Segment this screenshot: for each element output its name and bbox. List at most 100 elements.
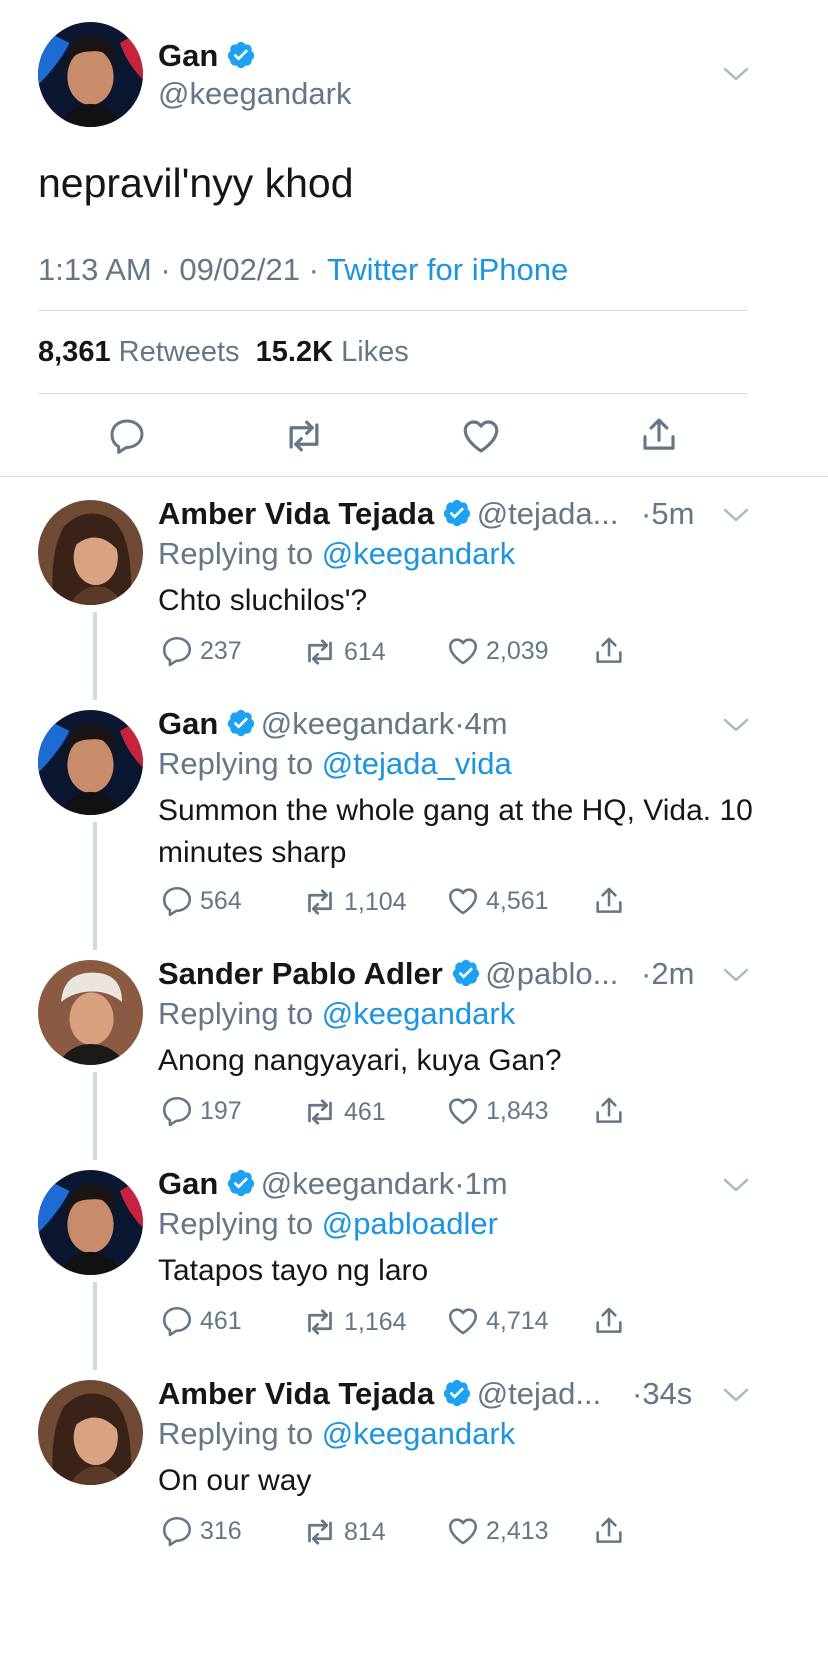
like-action[interactable]: 4,714 (446, 1304, 549, 1338)
reply-author-name[interactable]: Gan (158, 706, 218, 741)
reply-icon (160, 884, 194, 918)
reply-time[interactable]: ·4m (454, 706, 507, 741)
like-action[interactable]: 2,039 (446, 634, 549, 668)
share-action[interactable] (592, 1514, 632, 1548)
retweet-action[interactable]: 461 (302, 1094, 386, 1130)
reply-action[interactable]: 564 (160, 884, 242, 918)
reply-author-handle[interactable]: @keegandark (261, 706, 454, 741)
retweet-count: 1,164 (344, 1307, 407, 1336)
like-icon (446, 634, 480, 668)
verified-badge-icon (442, 498, 472, 528)
tweet-source-link[interactable]: Twitter for iPhone (327, 252, 568, 287)
avatar[interactable] (38, 1380, 143, 1485)
likes-stat[interactable]: 15.2K Likes (256, 336, 409, 368)
reply-header: Sander Pablo Adler @pablo... (158, 956, 618, 992)
chevron-down-icon[interactable] (722, 965, 750, 985)
reply-action[interactable]: 316 (160, 1514, 242, 1548)
avatar-image (38, 22, 143, 127)
author-handle[interactable]: @keegandark (158, 76, 351, 112)
like-icon (446, 1514, 480, 1548)
reply-header: Amber Vida Tejada @tejada... (158, 496, 618, 532)
like-count: 1,843 (486, 1096, 549, 1125)
retweet-count: 1,104 (344, 887, 407, 916)
reply-author-handle[interactable]: @keegandark (261, 1166, 454, 1201)
retweet-icon (302, 1514, 338, 1550)
replying-to: Replying to @keegandark (158, 1416, 515, 1452)
share-action[interactable] (592, 884, 632, 918)
reply-time[interactable]: ·2m (641, 956, 694, 992)
reply-action[interactable]: 461 (160, 1304, 242, 1338)
reply-icon (160, 634, 194, 668)
retweets-stat[interactable]: 8,361 Retweets (38, 336, 240, 368)
reply-icon[interactable] (107, 416, 147, 456)
retweet-action[interactable]: 814 (302, 1514, 386, 1550)
like-action[interactable]: 4,561 (446, 884, 549, 918)
verified-badge-icon (226, 1168, 256, 1198)
replying-to: Replying to @pabloadler (158, 1206, 498, 1242)
retweet-icon (302, 1304, 338, 1340)
reply-author-handle[interactable]: @tejada... (477, 496, 619, 531)
replying-to-handle[interactable]: @keegandark (322, 996, 515, 1031)
verified-badge-icon (226, 40, 256, 70)
avatar[interactable] (38, 22, 143, 127)
reply-icon (160, 1514, 194, 1548)
like-icon[interactable] (460, 415, 502, 457)
reply-icon (160, 1304, 194, 1338)
reply-author-name[interactable]: Amber Vida Tejada (158, 496, 434, 531)
avatar[interactable] (38, 960, 143, 1065)
retweet-action[interactable]: 1,164 (302, 1304, 407, 1340)
thread-line (93, 822, 97, 950)
chevron-down-icon[interactable] (722, 1385, 750, 1405)
like-icon (446, 884, 480, 918)
reply-author-name[interactable]: Gan (158, 1166, 218, 1201)
like-count: 2,039 (486, 636, 549, 665)
divider (38, 310, 748, 311)
avatar[interactable] (38, 1170, 143, 1275)
avatar-image (38, 1380, 143, 1485)
reply-time[interactable]: ·34s (632, 1376, 692, 1412)
retweets-count: 8,361 (38, 336, 111, 368)
avatar[interactable] (38, 500, 143, 605)
share-action[interactable] (592, 1304, 632, 1338)
verified-badge-icon (442, 1378, 472, 1408)
replying-to-handle[interactable]: @tejada_vida (322, 746, 512, 781)
chevron-down-icon[interactable] (722, 1175, 750, 1195)
like-count: 2,413 (486, 1516, 549, 1545)
tweet-text: nepravil'nyy khod (38, 160, 354, 206)
reply-text: On our way (158, 1464, 312, 1497)
retweet-action[interactable]: 1,104 (302, 884, 407, 920)
retweet-icon (302, 1094, 338, 1130)
thread-line (93, 1282, 97, 1370)
share-icon (592, 1514, 626, 1548)
replying-to-prefix: Replying to (158, 1206, 314, 1241)
reply-author-handle[interactable]: @tejad... (477, 1376, 602, 1411)
chevron-down-icon[interactable] (722, 505, 750, 525)
retweet-action[interactable]: 614 (302, 634, 386, 670)
like-count: 4,561 (486, 886, 549, 915)
share-action[interactable] (592, 1094, 632, 1128)
like-action[interactable]: 2,413 (446, 1514, 549, 1548)
retweet-icon[interactable] (282, 414, 326, 458)
reply-author-name[interactable]: Amber Vida Tejada (158, 1376, 434, 1411)
reply-action[interactable]: 197 (160, 1094, 242, 1128)
reply-header: Gan @keegandark·4m (158, 706, 508, 742)
share-icon[interactable] (638, 414, 680, 456)
reply-time[interactable]: ·5m (641, 496, 694, 532)
replying-to-prefix: Replying to (158, 536, 314, 571)
verified-badge-icon (451, 958, 481, 988)
chevron-down-icon[interactable] (722, 715, 750, 735)
like-action[interactable]: 1,843 (446, 1094, 549, 1128)
tweet-date[interactable]: 09/02/21 (179, 252, 300, 287)
reply-action[interactable]: 237 (160, 634, 242, 668)
chevron-down-icon[interactable] (722, 64, 750, 84)
avatar[interactable] (38, 710, 143, 815)
reply-author-handle[interactable]: @pablo... (485, 956, 618, 991)
replying-to-handle[interactable]: @keegandark (322, 536, 515, 571)
replying-to-handle[interactable]: @keegandark (322, 1416, 515, 1451)
share-action[interactable] (592, 634, 632, 668)
replying-to-handle[interactable]: @pabloadler (322, 1206, 498, 1241)
reply-time[interactable]: ·1m (454, 1166, 507, 1201)
tweet-time[interactable]: 1:13 AM (38, 252, 152, 287)
author-name[interactable]: Gan (158, 38, 256, 74)
reply-author-name[interactable]: Sander Pablo Adler (158, 956, 443, 991)
